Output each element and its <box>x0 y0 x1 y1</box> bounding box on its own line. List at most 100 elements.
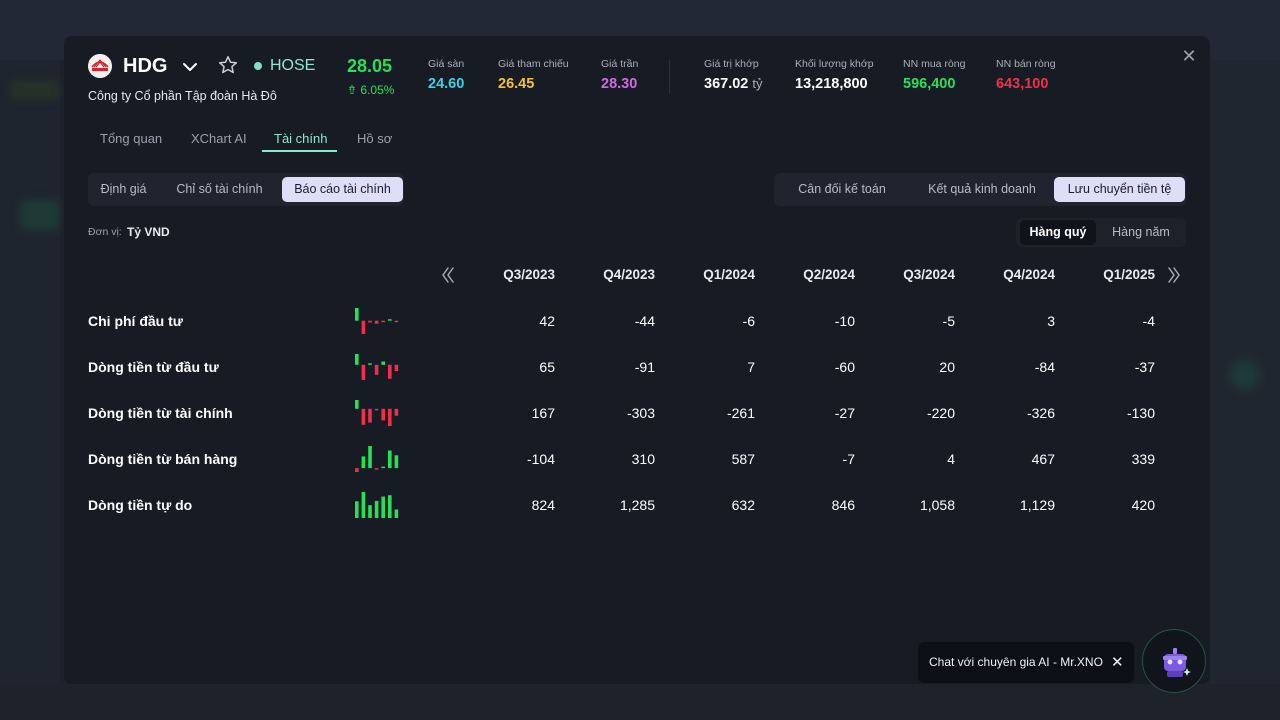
robot-icon <box>1163 648 1191 677</box>
column-header: Q4/2023 <box>603 267 655 282</box>
table-cell: 824 <box>531 497 555 513</box>
sparkline-bar <box>355 308 359 321</box>
sparkline-bar <box>394 509 399 518</box>
table-cell: -37 <box>1134 359 1155 375</box>
sub-tab-financial-statements[interactable]: Báo cáo tài chính <box>282 177 403 202</box>
sparkline-bar <box>361 408 366 425</box>
table-cell: -4 <box>1142 313 1155 329</box>
table-cell: -326 <box>1026 405 1055 421</box>
period-yearly[interactable]: Hàng năm <box>1102 220 1180 245</box>
table-cell: 420 <box>1131 497 1155 513</box>
table-cell: 65 <box>539 359 555 375</box>
sparkline-bar <box>388 495 392 518</box>
table-cell: 467 <box>1031 451 1055 467</box>
table-cell: 3 <box>1047 313 1055 329</box>
column-header: Q3/2023 <box>503 267 555 282</box>
sparkline-bar <box>374 500 379 518</box>
sub-tab-financial-ratios[interactable]: Chỉ số tài chính <box>163 177 276 202</box>
sparkline-bar <box>388 450 392 469</box>
column-header: Q1/2024 <box>703 267 755 282</box>
chat-prompt[interactable]: Chat với chuyên gia AI - Mr.XNO ✕ <box>918 642 1134 683</box>
stat-floor-price: Giá sàn 24.60 <box>428 58 465 92</box>
table-cell: 167 <box>531 405 555 421</box>
period-quarterly[interactable]: Hàng quý <box>1020 220 1096 245</box>
sparkline-bar <box>394 320 399 323</box>
table-cell: -91 <box>634 359 655 375</box>
tab-profile[interactable]: Hồ sơ <box>357 131 392 146</box>
sparkline-bar <box>381 466 385 469</box>
sparkline-chart <box>355 400 399 426</box>
column-header: Q4/2024 <box>1003 267 1055 282</box>
sparkline-bar <box>374 364 379 375</box>
row-label: Dòng tiền từ tài chính <box>88 405 233 421</box>
stat-matched-volume: Khối lượng khớp 13,218,800 <box>795 58 874 92</box>
stat-value: 367.02 <box>704 76 749 92</box>
tab-overview[interactable]: Tổng quan <box>100 131 162 146</box>
sparkline-bar <box>374 320 379 324</box>
report-tab-income-statement[interactable]: Kết quả kinh doanh <box>914 177 1050 202</box>
column-header: Q3/2024 <box>903 267 955 282</box>
stat-value: 643,100 <box>996 76 1049 92</box>
chevron-down-icon[interactable] <box>181 58 199 76</box>
sparkline-bar <box>361 492 366 518</box>
divider <box>669 60 670 94</box>
price-change-percent: 6.05% <box>360 83 395 97</box>
tab-xchart-ai[interactable]: XChart AI <box>191 131 247 146</box>
sparkline-bar <box>361 456 366 469</box>
stat-value: 26.45 <box>498 76 535 92</box>
star-icon[interactable] <box>218 55 238 75</box>
stat-value: 13,218,800 <box>795 76 868 92</box>
table-cell: -10 <box>834 313 855 329</box>
table-cell: -303 <box>626 405 655 421</box>
sparkline-bar <box>388 364 392 379</box>
sparkline-bar <box>381 320 385 323</box>
table-cell: -60 <box>834 359 855 375</box>
sparkline-bar <box>355 354 359 365</box>
ai-assistant-button[interactable] <box>1142 629 1206 693</box>
chevrons-right-icon[interactable] <box>1166 264 1182 286</box>
sparkline-bar <box>381 408 385 421</box>
table-cell: 1,058 <box>919 497 955 513</box>
column-header: Q1/2025 <box>1103 267 1155 282</box>
report-tab-cash-flow[interactable]: Lưu chuyển tiền tệ <box>1054 177 1185 202</box>
table-cell: 20 <box>939 359 955 375</box>
unit-label: Đơn vị: <box>88 226 122 238</box>
unit-value: Tỷ VND <box>127 225 170 239</box>
sparkline-bar <box>361 320 366 334</box>
stat-foreign-net-sell: NN bán ròng 643,100 <box>996 58 1056 92</box>
table-cell: 632 <box>731 497 755 513</box>
arrow-up-icon: ⇮ <box>347 83 358 97</box>
company-name: Công ty Cổ phần Tập đoàn Hà Đô <box>88 89 277 103</box>
sparkline-bar <box>381 496 385 518</box>
close-icon[interactable]: ✕ <box>1181 47 1197 65</box>
sparkline-bar <box>361 364 366 380</box>
sparkline-bar <box>368 408 372 423</box>
table-cell: -6 <box>742 313 755 329</box>
stat-value: 28.30 <box>601 76 638 92</box>
sparkline-bar <box>388 408 392 426</box>
sparkline-chart <box>355 354 399 380</box>
report-tab-balance-sheet[interactable]: Cân đối kế toán <box>782 177 902 202</box>
stat-unit: tỷ <box>752 76 763 91</box>
sparkline-bar <box>388 319 392 321</box>
row-label: Chi phí đầu tư <box>88 313 183 329</box>
stat-ceiling-price: Giá trần 28.30 <box>601 58 639 92</box>
table-cell: 42 <box>539 313 555 329</box>
row-label: Dòng tiền từ bán hàng <box>88 451 238 467</box>
stock-detail-modal: ✕ HDG HOSE Công ty Cổ phần Tập đoàn Hà Đ… <box>64 36 1210 684</box>
stat-foreign-net-buy: NN mua ròng 596,400 <box>903 58 966 92</box>
sparkline-chart <box>355 492 399 518</box>
close-icon[interactable]: ✕ <box>1111 653 1124 671</box>
table-cell: 7 <box>747 359 755 375</box>
sparkline-chart <box>355 308 399 334</box>
row-label: Dòng tiền từ đầu tư <box>88 359 219 375</box>
table-cell: 1,285 <box>619 497 655 513</box>
stat-value: 24.60 <box>428 76 465 92</box>
tab-financials[interactable]: Tài chính <box>274 131 327 146</box>
sub-tab-valuation[interactable]: Định giá <box>92 177 155 202</box>
column-header: Q2/2024 <box>803 267 855 282</box>
sparkline-bar <box>355 501 359 518</box>
table-cell: -5 <box>942 313 955 329</box>
chevrons-left-icon[interactable] <box>440 264 456 286</box>
active-tab-indicator <box>262 150 337 152</box>
